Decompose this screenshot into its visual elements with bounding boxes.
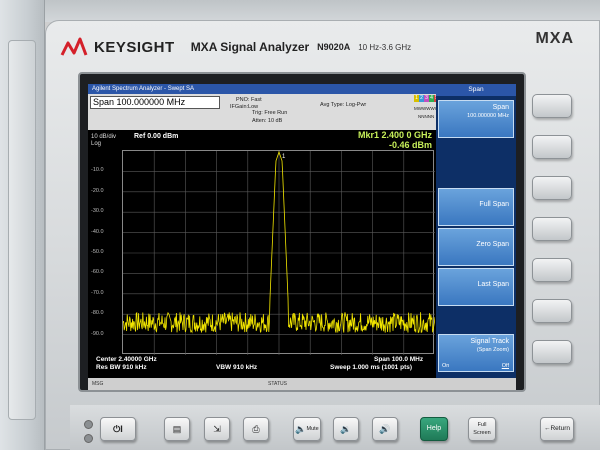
return-label: Return [550,425,570,432]
standby-led [84,420,93,429]
brand-bar: KEYSIGHT MXA Signal Analyzer N9020A 10 H… [60,30,590,64]
center-frequency: Center 2.40000 GHz [96,356,157,363]
side-softkey-1[interactable] [532,94,572,118]
pno-label: PNO: Fast [236,97,262,103]
return-button[interactable]: ← Return [540,417,574,441]
detector-row: NNNNN [418,114,435,119]
softkey-full-span-label: Full Span [479,201,509,208]
status-msg: MSG [92,381,104,387]
status-bar: MSG STATUS [88,378,516,390]
power-led [84,434,93,443]
sweep-time: Sweep 1.000 ms (1001 pts) [330,364,413,371]
softkey-signal-track[interactable]: Signal Track (Span Zoom) On Off [438,334,514,372]
settings-panel: Span 100.000000 MHz PNO: Fast IFGain:Low… [88,94,444,130]
mute-label: Mute [306,426,319,432]
volume-up-button[interactable]: 🔊 [372,417,398,441]
softkey-span-value: 100.000000 MHz [467,113,509,119]
window-title: Agilent Spectrum Analyzer - Swept SA [88,84,436,94]
help-button[interactable]: Help [420,417,448,441]
status-label: STATUS [268,381,287,387]
y-tick-label: -90.0 [91,330,104,337]
y-tick-label: -40.0 [91,228,104,235]
scale-type: Log [91,141,102,147]
keysight-logo-icon [60,37,88,56]
print-key[interactable]: ⎙ [243,417,269,441]
softkey-last-span[interactable]: Last Span [438,268,514,306]
volume-down-button[interactable]: 🔉 [333,417,359,441]
reference-level: Ref 0.00 dBm [134,133,179,140]
side-softkey-2[interactable] [532,135,572,159]
resolution-bandwidth: Res BW 910 kHz [96,364,147,371]
spectrum-plot: 1 [122,150,435,355]
softkey-zero-span[interactable]: Zero Span [438,228,514,266]
y-tick-label: -10.0 [91,167,104,174]
measurement-area: Mkr1 2.400 0 GHz -0.46 dBm 10 dB/div Log… [88,130,436,378]
marker-readout: Mkr1 2.400 0 GHz -0.46 dBm [358,130,432,150]
power-label: I [120,424,123,434]
avg-type-label: Avg Type: Log-Pwr [320,102,367,108]
y-tick-label: -50.0 [91,249,104,255]
spectrum-svg: 1 [123,151,435,355]
side-softkey-7[interactable] [532,340,572,364]
window-key[interactable]: ▤ [164,417,190,441]
attenuation-label: Atten: 10 dB [252,118,283,124]
bench-slot [8,40,36,420]
help-label: Help [426,425,442,432]
frequency-range: 10 Hz-3.6 GHz [358,42,412,52]
side-softkey-4[interactable] [532,217,572,241]
span-entry-field[interactable]: Span 100.000000 MHz [90,96,220,109]
y-tick-label: -30.0 [91,208,104,215]
top-strip [45,0,600,22]
softkey-full-span[interactable]: Full Span [438,188,514,226]
scale-per-div: 10 dB/div [91,134,117,140]
model-name: MXA Signal Analyzer [190,40,310,54]
full-screen-label-1: Full [477,422,487,428]
y-tick-label: -70.0 [91,289,104,296]
speaker-icon: 🔉 [340,424,352,434]
softkey-signal-track-sub: (Span Zoom) [476,347,509,353]
marker-amplitude: -0.46 dBm [388,140,432,150]
y-tick-label: -80.0 [91,310,104,317]
bench-edge [0,0,45,450]
split-window-icon: ▤ [172,424,182,434]
marker-frequency: Mkr1 2.400 0 GHz [357,130,432,140]
speaker-mute-icon: 🔈 [295,424,307,434]
zoom-key[interactable]: ⇲ [204,417,230,441]
speaker-loud-icon: 🔊 [379,424,391,434]
trigger-label: Trig: Free Run [252,110,288,116]
video-bandwidth: VBW 910 kHz [216,364,258,371]
zoom-window-icon: ⇲ [213,424,221,434]
full-screen-button[interactable]: Full Screen [468,417,496,441]
menu-title: Span [436,84,516,96]
y-tick-label: -60.0 [91,269,104,276]
y-tick-label: -20.0 [91,187,104,194]
softkey-last-span-label: Last Span [477,281,509,288]
brand-name: KEYSIGHT [94,38,175,56]
full-screen-label-2: Screen [473,430,491,436]
mute-button[interactable]: 🔈 Mute [293,417,321,441]
softkey-menu: Span Span 100.000000 MHz Full Span Zero … [436,84,516,378]
power-icon: ⏻ [113,424,121,434]
marker-1-label: 1 [282,154,286,160]
model-badge: MXA [535,30,574,47]
side-softkey-3[interactable] [532,176,572,200]
softkey-span[interactable]: Span 100.000000 MHz [438,100,514,138]
side-softkey-6[interactable] [532,299,572,323]
softkey-zero-span-label: Zero Span [476,241,509,248]
signal-track-off: Off [501,363,509,369]
signal-track-on: On [442,363,450,369]
model-number: N9020A [317,42,351,52]
span-readout: Span 100.0 MHz [374,356,424,363]
side-softkey-5[interactable] [532,258,572,282]
analyzer-screen: Agilent Spectrum Analyzer - Swept SA Spa… [88,84,516,390]
softkey-signal-track-label: Signal Track [470,338,509,345]
softkey-span-label: Span [492,104,509,111]
power-button[interactable]: ⏻ I [100,417,136,441]
printer-icon: ⎙ [252,424,260,434]
